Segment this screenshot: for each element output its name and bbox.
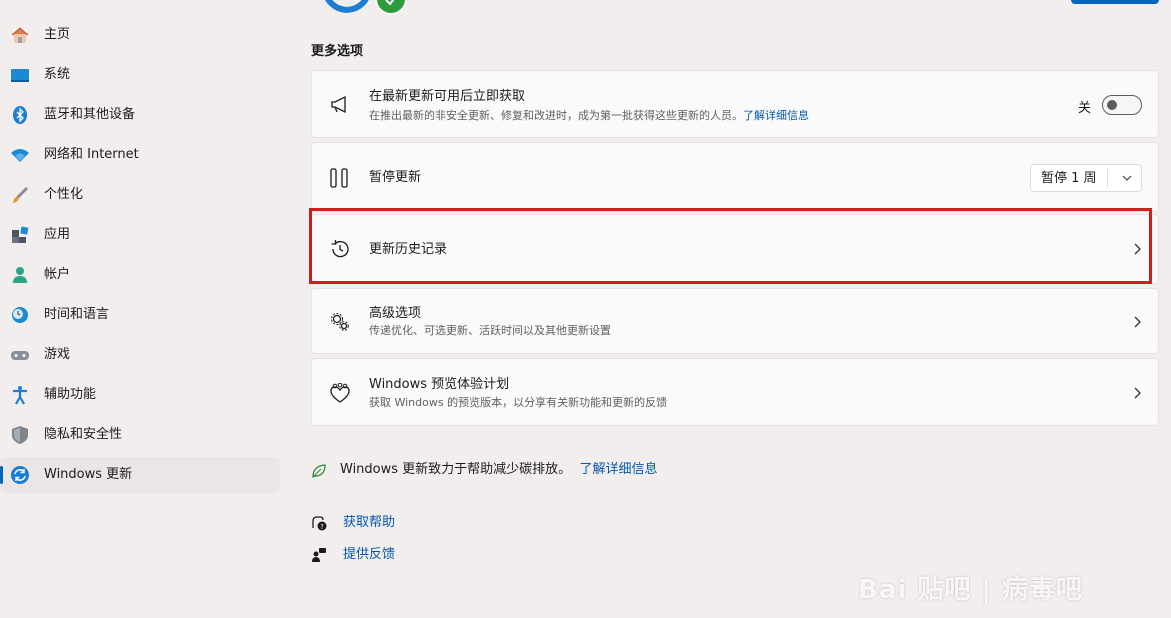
help-icon: ? [312, 516, 327, 531]
chevron-down-icon [1122, 175, 1132, 181]
get-latest-toggle[interactable] [1102, 95, 1142, 115]
home-icon [11, 27, 29, 43]
learn-more-link[interactable]: 了解详细信息 [743, 109, 809, 122]
bluetooth-icon [13, 106, 27, 124]
sidebar-item-label: 系统 [44, 67, 71, 82]
get-latest-subtitle: 在推出最新的非安全更新、修复和改进时，成为第一批获得这些更新的人员。了解详细信息 [369, 109, 809, 122]
windows-update-icon [11, 466, 29, 484]
sidebar-item-system[interactable]: 系统 [0, 57, 280, 93]
chevron-right-icon [1134, 316, 1141, 328]
sidebar-item-label: 游戏 [44, 347, 71, 362]
advanced-subtitle: 传递优化、可选更新、活跃时间以及其他更新设置 [369, 324, 611, 337]
section-title: 更多选项 [311, 44, 364, 59]
shield-icon [12, 426, 28, 444]
toggle-state-label: 关 [1077, 101, 1091, 116]
sidebar-item-label: 蓝牙和其他设备 [44, 107, 136, 122]
insider-title: Windows 预览体验计划 [369, 377, 510, 392]
insider-heart-icon [330, 383, 350, 403]
time-language-icon [12, 307, 28, 323]
svg-text:?: ? [320, 523, 324, 531]
megaphone-icon [331, 95, 346, 114]
pause-duration-value: 暂停 1 周 [1041, 171, 1097, 186]
advanced-options-card[interactable]: 高级选项 传递优化、可选更新、活跃时间以及其他更新设置 [311, 288, 1159, 354]
sidebar-item-bluetooth[interactable]: 蓝牙和其他设备 [0, 97, 280, 133]
baidu-tieba-watermark: Bai 贴吧 | 病毒吧 [858, 565, 1158, 610]
pause-updates-card: 暂停更新 暂停 1 周 [311, 142, 1159, 212]
get-latest-title: 在最新更新可用后立即获取 [369, 89, 526, 104]
sidebar-item-accounts[interactable]: 帐户 [0, 257, 280, 293]
select-divider [1107, 169, 1108, 187]
get-help-link[interactable]: 获取帮助 [343, 514, 395, 532]
sidebar-item-windows-update[interactable]: Windows 更新 [0, 457, 280, 493]
brush-icon [13, 187, 28, 203]
insider-subtitle: 获取 Windows 的预览版本，以分享有关新功能和更新的反馈 [369, 396, 668, 409]
toggle-knob [1107, 100, 1117, 110]
sidebar-item-gaming[interactable]: 游戏 [0, 337, 280, 373]
sidebar-item-time-language[interactable]: 时间和语言 [0, 297, 280, 333]
sidebar-item-apps[interactable]: 应用 [0, 217, 280, 253]
carbon-note: Windows 更新致力于帮助减少碳排放。 了解详细信息 [311, 461, 711, 481]
sidebar-item-label: 网络和 Internet [44, 147, 139, 162]
sidebar-item-personalization[interactable]: 个性化 [0, 177, 280, 213]
update-status-icon [325, 0, 407, 15]
sidebar-item-home[interactable]: 主页 [0, 17, 280, 53]
sidebar-item-label: 隐私和安全性 [44, 427, 123, 442]
leaf-icon [312, 464, 326, 479]
wifi-icon [11, 149, 29, 162]
sidebar-item-label: 辅助功能 [44, 387, 97, 402]
get-latest-updates-card: 在最新更新可用后立即获取 在推出最新的非安全更新、修复和改进时，成为第一批获得这… [311, 70, 1159, 138]
feedback-link[interactable]: 提供反馈 [343, 546, 395, 564]
sidebar-item-label: 个性化 [44, 187, 84, 202]
sidebar: 主页 系统 蓝牙和其他设备 网络和 Internet 个性化 应用 帐户 时间和… [0, 0, 290, 618]
system-icon [11, 69, 29, 82]
advanced-title: 高级选项 [369, 306, 422, 321]
sidebar-item-label: 主页 [44, 27, 71, 42]
pause-title: 暂停更新 [369, 170, 422, 185]
carbon-note-text: Windows 更新致力于帮助减少碳排放。 了解详细信息 [340, 462, 658, 477]
apps-icon [12, 226, 29, 243]
gamepad-icon [11, 351, 29, 360]
sidebar-item-accessibility[interactable]: 辅助功能 [0, 377, 280, 413]
gears-icon [331, 313, 349, 331]
chevron-right-icon [1134, 387, 1141, 399]
feedback-row[interactable]: 提供反馈 [311, 546, 511, 566]
account-icon [13, 267, 27, 283]
get-help-row[interactable]: ? 获取帮助 [311, 514, 511, 534]
active-indicator [0, 466, 3, 484]
pause-icon [330, 168, 348, 188]
sidebar-item-label: Windows 更新 [44, 467, 133, 482]
watermark-text: Bai 贴吧 | 病毒吧 [858, 575, 1083, 605]
sidebar-item-label: 帐户 [44, 267, 71, 282]
insider-program-card[interactable]: Windows 预览体验计划 获取 Windows 的预览版本，以分享有关新功能… [311, 358, 1159, 426]
carbon-learn-more-link[interactable]: 了解详细信息 [579, 462, 657, 477]
sidebar-item-privacy[interactable]: 隐私和安全性 [0, 417, 280, 453]
sidebar-item-network[interactable]: 网络和 Internet [0, 137, 280, 173]
highlight-box [309, 208, 1152, 284]
pause-duration-select[interactable]: 暂停 1 周 [1030, 164, 1142, 192]
feedback-icon [312, 548, 326, 562]
check-updates-button[interactable] [1071, 0, 1159, 4]
accessibility-icon [13, 386, 27, 405]
sidebar-item-label: 时间和语言 [44, 307, 110, 322]
sidebar-item-label: 应用 [44, 227, 71, 242]
